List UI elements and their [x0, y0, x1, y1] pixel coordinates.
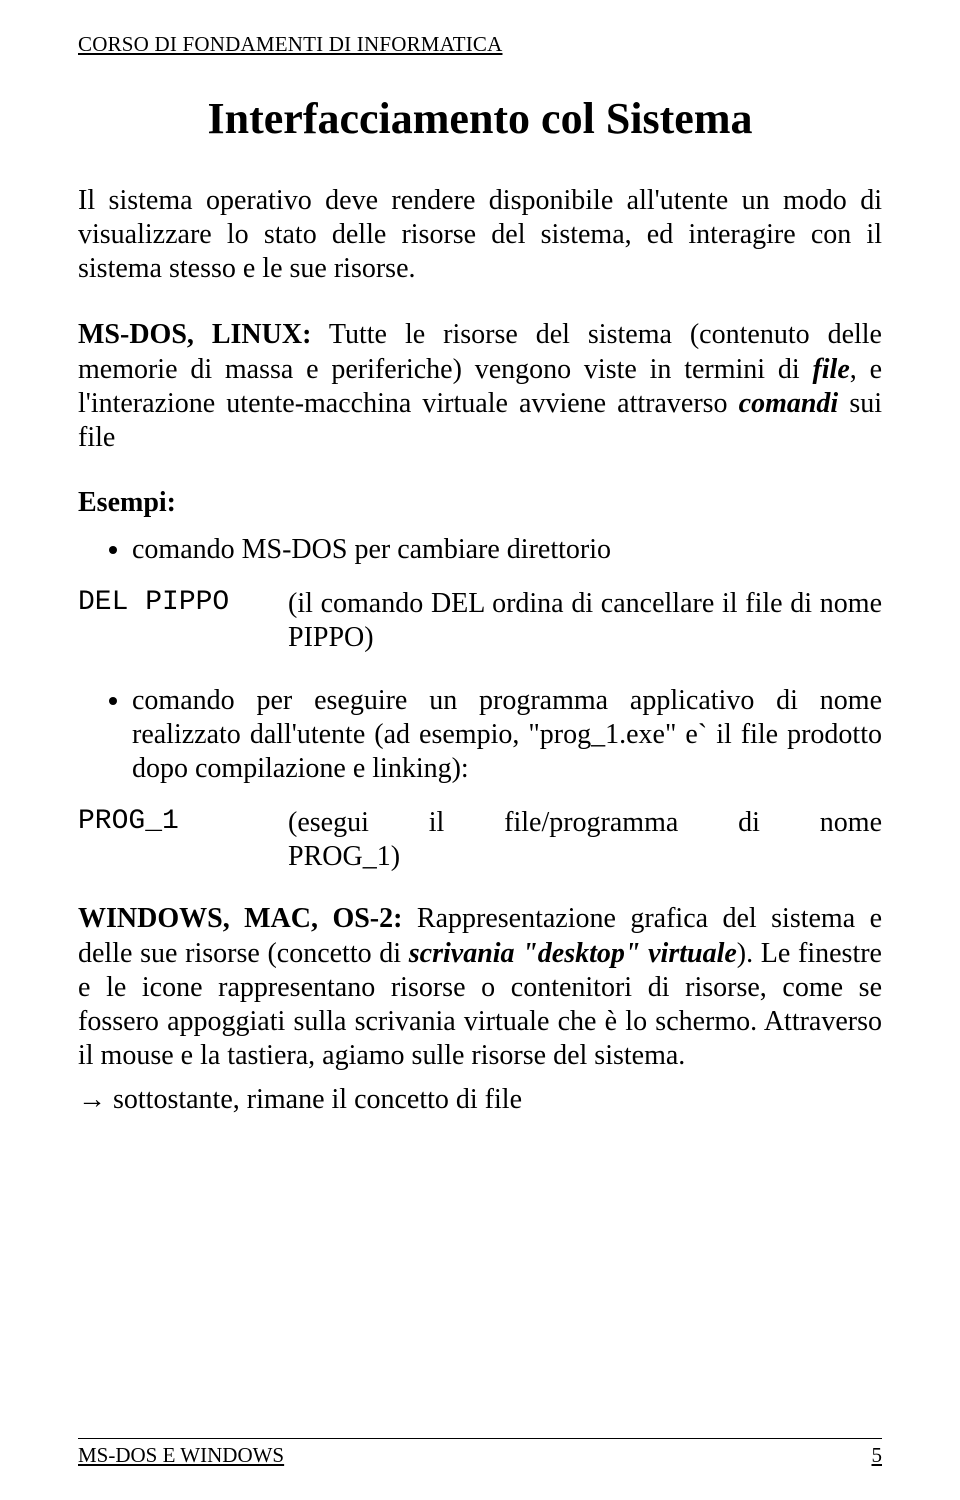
- footer-page-number: 5: [872, 1443, 883, 1468]
- command-del-pippo-desc: (il comando DEL ordina di cancellare il …: [288, 587, 882, 655]
- page-title: Interfacciamento col Sistema: [78, 93, 882, 144]
- windows-paragraph: WINDOWS, MAC, OS-2: Rappresentazione gra…: [78, 902, 882, 1073]
- footer-left: MS-DOS E WINDOWS: [78, 1443, 284, 1468]
- command-prog-1: PROG_1: [78, 806, 288, 837]
- esempi-heading: Esempi:: [78, 487, 882, 519]
- scrivania-word: scrivania "desktop" virtuale: [409, 938, 737, 969]
- command-prog-1-desc-line1: (esegui il file/programma di nome: [288, 806, 882, 840]
- comandi-word: comandi: [739, 388, 839, 419]
- bullet-item-2: comando per eseguire un programma applic…: [132, 684, 882, 786]
- page-footer: MS-DOS E WINDOWS 5: [78, 1438, 882, 1468]
- msdos-linux-label: MS-DOS, LINUX:: [78, 319, 311, 350]
- bullet-item-1: comando MS-DOS per cambiare direttorio: [132, 533, 882, 567]
- msdos-linux-paragraph: MS-DOS, LINUX: Tutte le risorse del sist…: [78, 318, 882, 455]
- command-prog-1-desc: (esegui il file/programma di nome PROG_1…: [288, 806, 882, 874]
- bullet-list-2: comando per eseguire un programma applic…: [78, 684, 882, 786]
- intro-paragraph: Il sistema operativo deve rendere dispon…: [78, 184, 882, 286]
- command-row-2: PROG_1 (esegui il file/programma di nome…: [78, 806, 882, 874]
- course-header: CORSO DI FONDAMENTI DI INFORMATICA: [78, 32, 882, 57]
- arrow-line: → sottostante, rimane il concetto di fil…: [78, 1083, 882, 1117]
- file-word: file: [812, 354, 849, 385]
- bullet-list-1: comando MS-DOS per cambiare direttorio: [78, 533, 882, 567]
- command-del-pippo: DEL PIPPO: [78, 587, 288, 618]
- command-prog-1-desc-line2: PROG_1): [288, 840, 882, 874]
- windows-label: WINDOWS, MAC, OS-2:: [78, 903, 402, 934]
- command-row-1: DEL PIPPO (il comando DEL ordina di canc…: [78, 587, 882, 655]
